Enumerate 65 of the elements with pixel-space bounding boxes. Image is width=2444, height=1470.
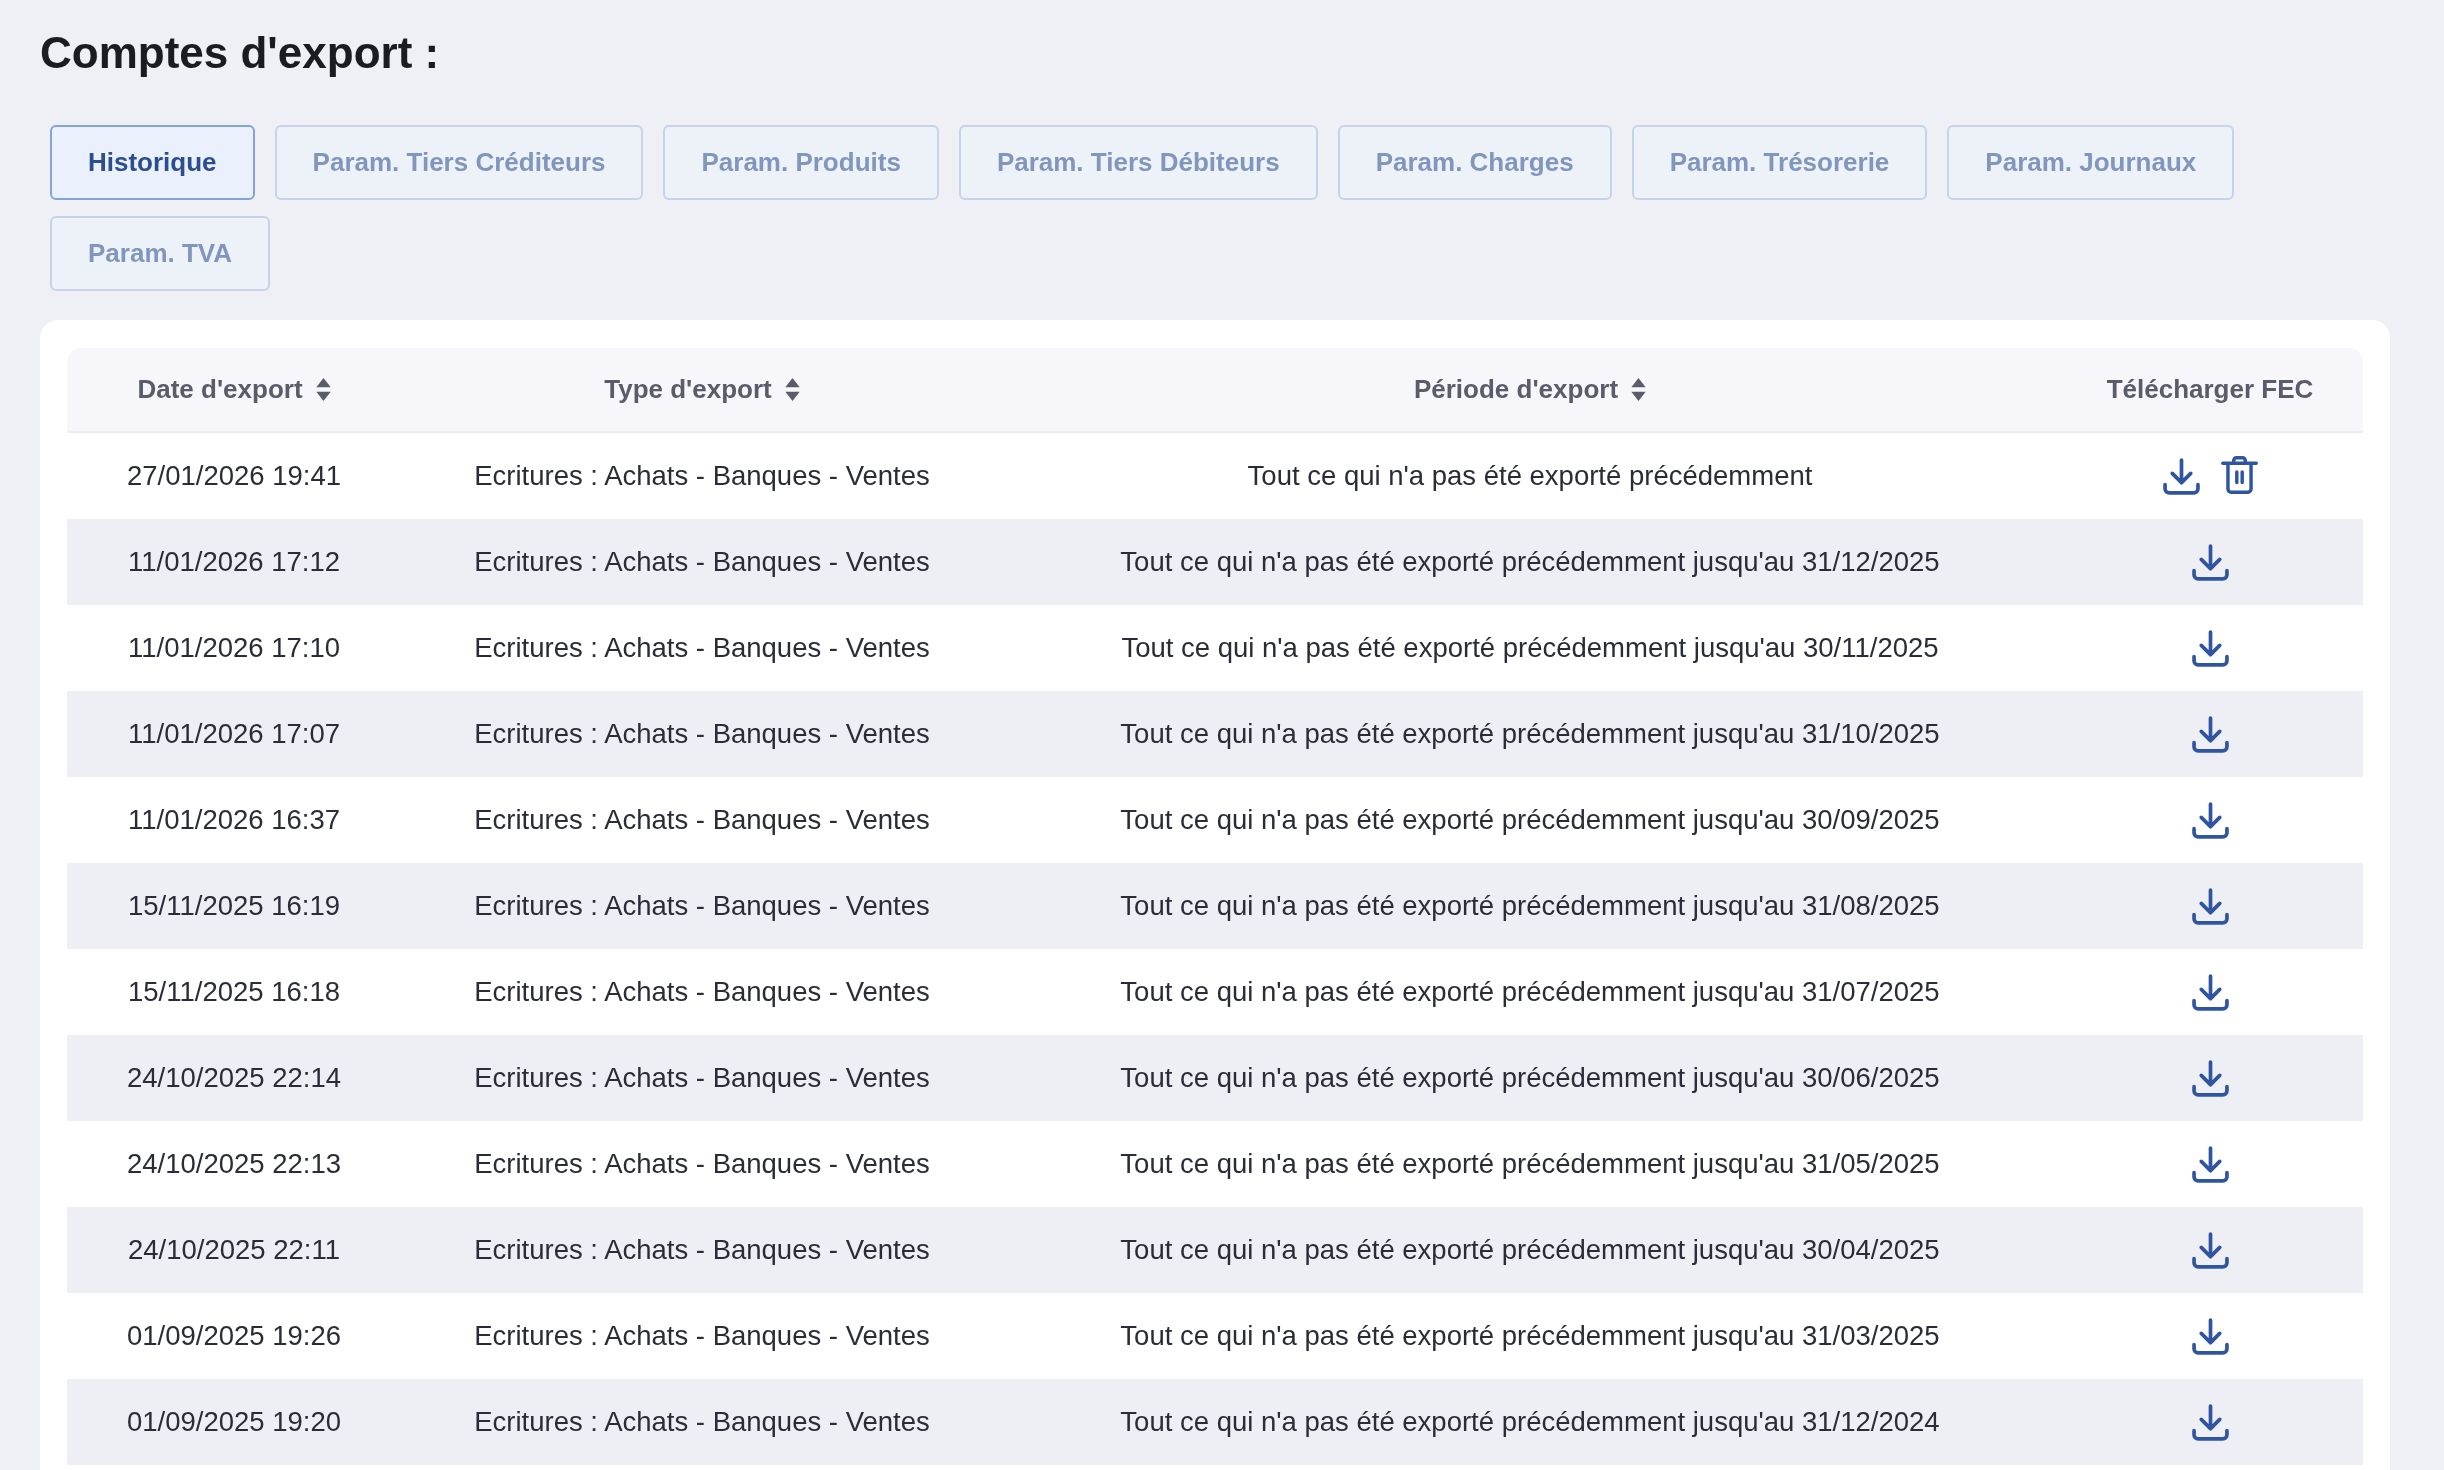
export-date: 27/01/2026 19:41: [126, 460, 342, 492]
download-icon[interactable]: [2191, 1145, 2229, 1183]
export-type: Ecritures : Achats - Banques - Ventes: [474, 890, 930, 922]
download-icon[interactable]: [2191, 1403, 2229, 1441]
export-period: Tout ce qui n'a pas été exporté précédemment jusqu'au 31/08/2025: [1120, 890, 1940, 922]
export-period: Tout ce qui n'a pas été exporté précédemment jusqu'au 31/07/2025: [1120, 976, 1940, 1008]
export-date: 24/10/2025 22:13: [126, 1148, 342, 1180]
download-icon[interactable]: [2191, 715, 2229, 753]
export-date: 15/11/2025 16:19: [127, 890, 341, 922]
export-date: 01/09/2025 19:20: [126, 1406, 342, 1438]
trash-icon[interactable]: [2220, 456, 2258, 496]
download-icon[interactable]: [2191, 543, 2229, 581]
page-title: Comptes d'export :: [40, 27, 440, 79]
export-date: 11/01/2026 17:10: [127, 632, 341, 664]
export-type: Ecritures : Achats - Banques - Ventes: [474, 1234, 930, 1266]
export-date: 11/01/2026 16:37: [127, 804, 341, 836]
export-type: Ecritures : Achats - Banques - Ventes: [474, 632, 930, 664]
download-icon[interactable]: [2191, 1317, 2229, 1355]
export-type: Ecritures : Achats - Banques - Ventes: [474, 1148, 930, 1180]
tab[interactable]: Param. TVA: [50, 216, 270, 291]
export-period: Tout ce qui n'a pas été exporté précédemment jusqu'au 30/09/2025: [1120, 804, 1940, 836]
export-date: 24/10/2025 22:11: [127, 1234, 341, 1266]
export-date: 15/11/2025 16:18: [127, 976, 341, 1008]
tab[interactable]: Param. Tiers Créditeurs: [274, 125, 644, 200]
tab[interactable]: Param. Produits: [663, 125, 939, 200]
export-type: Ecritures : Achats - Banques - Ventes: [474, 546, 930, 578]
export-period: Tout ce qui n'a pas été exporté précédemment jusqu'au 31/05/2025: [1120, 1148, 1940, 1180]
export-type: Ecritures : Achats - Banques - Ventes: [474, 1320, 930, 1352]
export-date: 24/10/2025 22:14: [126, 1062, 342, 1094]
download-icon[interactable]: [2162, 457, 2200, 495]
export-type: Ecritures : Achats - Banques - Ventes: [474, 460, 930, 492]
export-period: Tout ce qui n'a pas été exporté précédemment jusqu'au 30/04/2025: [1120, 1234, 1940, 1266]
export-type: Ecritures : Achats - Banques - Ventes: [474, 976, 930, 1008]
sort-icon[interactable]: [1631, 378, 1647, 401]
download-icon[interactable]: [2191, 1059, 2229, 1097]
download-icon[interactable]: [2191, 629, 2229, 667]
column-heading: Date d'export: [137, 374, 303, 405]
download-icon[interactable]: [2191, 801, 2229, 839]
export-type: Ecritures : Achats - Banques - Ventes: [474, 1406, 930, 1438]
export-period: Tout ce qui n'a pas été exporté précédemment jusqu'au 31/12/2025: [1120, 546, 1940, 578]
tab[interactable]: Param. Tiers Débiteurs: [958, 125, 1318, 200]
column-heading: Période d'export: [1413, 374, 1619, 405]
export-period: Tout ce qui n'a pas été exporté précédemment jusqu'au 31/03/2025: [1120, 1320, 1940, 1352]
export-period: Tout ce qui n'a pas été exporté précédemment jusqu'au 30/11/2025: [1121, 632, 1939, 664]
export-date: 11/01/2026 17:07: [127, 718, 341, 750]
export-type: Ecritures : Achats - Banques - Ventes: [474, 1062, 930, 1094]
export-period: Tout ce qui n'a pas été exporté précédemment jusqu'au 31/12/2024: [1120, 1406, 1940, 1438]
column-heading: Télécharger FEC: [2106, 374, 2314, 405]
sort-icon[interactable]: [315, 378, 331, 401]
column-heading: Type d'export: [604, 374, 772, 405]
export-type: Ecritures : Achats - Banques - Ventes: [474, 718, 930, 750]
export-period: Tout ce qui n'a pas été exporté précédemment jusqu'au 30/06/2025: [1120, 1062, 1940, 1094]
tab[interactable]: Historique: [50, 125, 255, 200]
sort-icon[interactable]: [784, 378, 800, 401]
export-date: 01/09/2025 19:26: [126, 1320, 342, 1352]
tab[interactable]: Param. Trésorerie: [1631, 125, 1928, 200]
download-icon[interactable]: [2191, 1231, 2229, 1269]
export-type: Ecritures : Achats - Banques - Ventes: [474, 804, 930, 836]
tab[interactable]: Param. Charges: [1337, 125, 1612, 200]
tab[interactable]: Param. Journaux: [1947, 125, 2235, 200]
download-icon[interactable]: [2191, 887, 2229, 925]
export-period: Tout ce qui n'a pas été exporté précédemment: [1247, 460, 1813, 492]
export-period: Tout ce qui n'a pas été exporté précédemment jusqu'au 31/10/2025: [1120, 718, 1940, 750]
export-date: 11/01/2026 17:12: [127, 546, 341, 578]
download-icon[interactable]: [2191, 973, 2229, 1011]
